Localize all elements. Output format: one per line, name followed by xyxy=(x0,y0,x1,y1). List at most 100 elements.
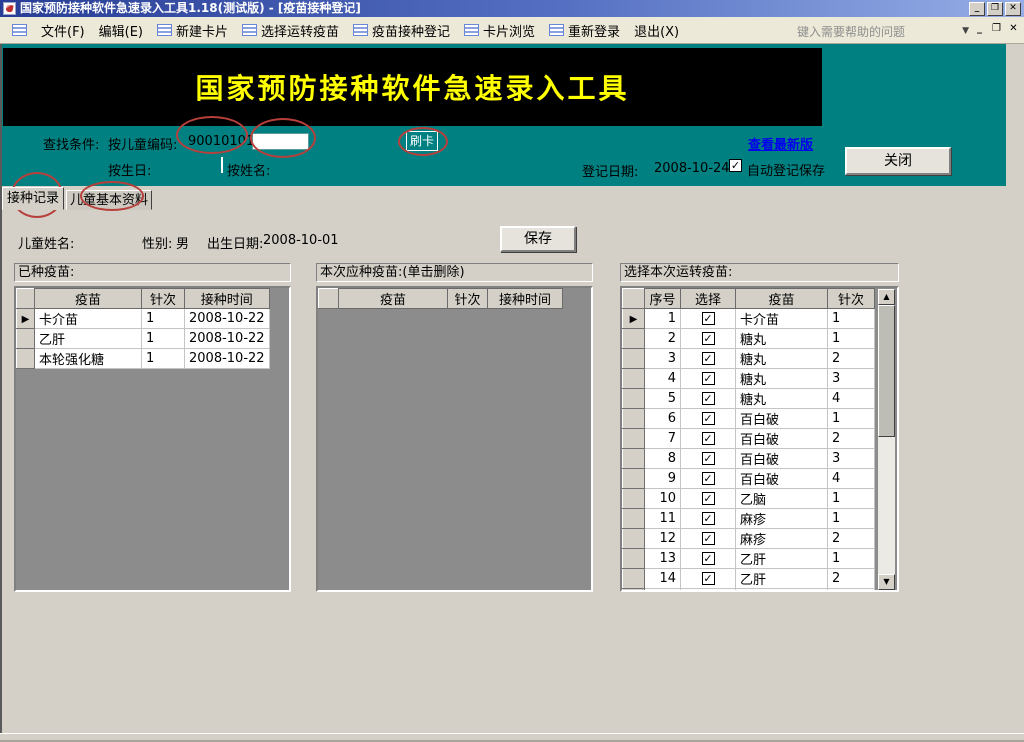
table-cell[interactable]: 1 xyxy=(828,549,875,569)
table-cell[interactable]: 百白破 xyxy=(736,409,828,429)
vaccine-select-checkbox[interactable]: ✓ xyxy=(702,412,715,425)
table-cell[interactable]: ✓ xyxy=(681,349,736,369)
table-cell[interactable]: 百白破 xyxy=(736,469,828,489)
table-row[interactable]: 本轮强化糖12008-10-22 xyxy=(17,349,270,369)
table-cell[interactable]: ✓ xyxy=(681,569,736,589)
row-selector[interactable] xyxy=(623,369,645,389)
table-cell[interactable]: 12 xyxy=(645,529,681,549)
vaccine-select-checkbox[interactable]: ✓ xyxy=(702,392,715,405)
tab-vaccination-record[interactable]: 接种记录 xyxy=(2,187,64,210)
close-icon[interactable]: ✕ xyxy=(1005,2,1021,16)
vaccine-select-checkbox[interactable]: ✓ xyxy=(702,512,715,525)
row-selector[interactable] xyxy=(623,589,645,593)
vaccine-select-checkbox[interactable]: ✓ xyxy=(702,552,715,565)
table-cell[interactable]: ✓ xyxy=(681,509,736,529)
table-cell[interactable]: 1 xyxy=(828,489,875,509)
table-cell[interactable]: 1 xyxy=(828,329,875,349)
table-row[interactable]: 10✓乙脑1 xyxy=(623,489,875,509)
table-cell[interactable]: 卡介苗 xyxy=(35,309,142,329)
table-cell[interactable]: 糖丸 xyxy=(736,369,828,389)
table-cell[interactable]: ✓ xyxy=(681,469,736,489)
vaccine-select-checkbox[interactable]: ✓ xyxy=(702,352,715,365)
table-cell[interactable]: 乙肝 xyxy=(736,549,828,569)
menu-exit[interactable]: 退出(X) xyxy=(627,18,686,43)
row-selector[interactable] xyxy=(623,349,645,369)
row-selector[interactable]: ▶ xyxy=(623,309,645,329)
transfer-vaccines-grid[interactable]: 序号选择疫苗针次▶1✓卡介苗12✓糖丸13✓糖丸24✓糖丸35✓糖丸46✓百白破… xyxy=(620,286,899,592)
auto-save-checkbox[interactable]: ✓ xyxy=(729,159,742,172)
table-cell[interactable]: ✓ xyxy=(681,449,736,469)
row-selector[interactable] xyxy=(623,429,645,449)
table-cell[interactable]: 2 xyxy=(828,569,875,589)
row-selector[interactable] xyxy=(623,509,645,529)
table-row[interactable]: 12 ✓ 麻疹2 xyxy=(623,529,875,549)
table-cell[interactable]: 3 xyxy=(828,369,875,389)
row-selector[interactable] xyxy=(17,329,35,349)
table-row[interactable]: 2✓糖丸1 xyxy=(623,329,875,349)
table-cell[interactable]: 4 xyxy=(828,389,875,409)
table-row[interactable]: 13 ✓ 乙肝1 xyxy=(623,549,875,569)
table-row[interactable]: ▶卡介苗12008-10-22 xyxy=(17,309,270,329)
table-cell[interactable]: 百白破 xyxy=(736,429,828,449)
table-cell[interactable]: 7 xyxy=(645,429,681,449)
table-cell[interactable]: 8 xyxy=(645,449,681,469)
vaccine-select-checkbox[interactable]: ✓ xyxy=(702,312,715,325)
table-cell[interactable]: ✓ xyxy=(681,489,736,509)
table-row[interactable]: 9✓百白破4 xyxy=(623,469,875,489)
table-cell[interactable]: ✓ xyxy=(681,589,736,593)
vaccine-select-checkbox[interactable]: ✓ xyxy=(702,572,715,585)
table-cell[interactable]: 1 xyxy=(142,329,185,349)
vaccine-select-checkbox[interactable]: ✓ xyxy=(702,332,715,345)
row-selector[interactable] xyxy=(623,389,645,409)
table-cell[interactable]: 2008-10-22 xyxy=(185,329,270,349)
table-row[interactable]: ▶1✓卡介苗1 xyxy=(623,309,875,329)
table-cell[interactable]: 百白破 xyxy=(736,449,828,469)
table-cell[interactable]: ✓ xyxy=(681,549,736,569)
vaccine-select-checkbox[interactable]: ✓ xyxy=(702,472,715,485)
row-selector[interactable] xyxy=(623,449,645,469)
table-cell[interactable]: 11 xyxy=(645,509,681,529)
table-cell[interactable]: 2 xyxy=(828,529,875,549)
table-cell[interactable]: ✓ xyxy=(681,409,736,429)
table-row[interactable]: 5 ✓ 糖丸4 xyxy=(623,389,875,409)
table-cell[interactable]: 本轮强化糖 xyxy=(35,349,142,369)
table-cell[interactable]: 15 xyxy=(645,589,681,593)
menu-select-transfer-vaccine[interactable]: 选择运转疫苗 xyxy=(235,18,346,43)
table-cell[interactable]: 乙脑 xyxy=(736,489,828,509)
table-cell[interactable]: 麻疹 xyxy=(736,509,828,529)
row-selector[interactable] xyxy=(17,349,35,369)
table-cell[interactable]: 2008-10-22 xyxy=(185,309,270,329)
vaccine-select-checkbox[interactable]: ✓ xyxy=(702,532,715,545)
table-cell[interactable]: 糖丸 xyxy=(736,329,828,349)
table-cell[interactable]: 乙肝 xyxy=(736,589,828,593)
table-row[interactable]: 6✓百白破1 xyxy=(623,409,875,429)
menu-file[interactable]: 文件(F) xyxy=(34,18,92,43)
help-question-input[interactable]: 键入需要帮助的问题 ▼ xyxy=(794,22,972,40)
mdi-minimize-icon[interactable]: _ xyxy=(973,23,986,36)
mdi-child-icon[interactable] xyxy=(5,21,34,39)
table-cell[interactable]: 糖丸 xyxy=(736,349,828,369)
given-vaccines-grid[interactable]: 疫苗针次接种时间▶卡介苗12008-10-22乙肝12008-10-22本轮强化… xyxy=(14,286,291,592)
table-cell[interactable]: 1 xyxy=(828,309,875,329)
table-cell[interactable]: ✓ xyxy=(681,429,736,449)
mdi-restore-icon[interactable]: ❐ xyxy=(990,23,1003,36)
table-cell[interactable]: 糖丸 xyxy=(736,389,828,409)
table-cell[interactable]: 乙肝 xyxy=(35,329,142,349)
menu-edit[interactable]: 编辑(E) xyxy=(92,18,150,43)
table-cell[interactable]: 3 xyxy=(645,349,681,369)
row-selector[interactable] xyxy=(623,549,645,569)
table-cell[interactable]: 10 xyxy=(645,489,681,509)
row-selector[interactable] xyxy=(623,569,645,589)
table-row[interactable]: 4✓糖丸3 xyxy=(623,369,875,389)
table-cell[interactable]: 13 xyxy=(645,549,681,569)
table-cell[interactable]: 麻疹 xyxy=(736,529,828,549)
table-cell[interactable]: ✓ xyxy=(681,529,736,549)
table-row[interactable]: 7✓百白破2 xyxy=(623,429,875,449)
table-cell[interactable]: 6 xyxy=(645,409,681,429)
menu-relogin[interactable]: 重新登录 xyxy=(542,18,627,43)
mdi-close-icon[interactable]: ✕ xyxy=(1007,23,1020,36)
vertical-scrollbar[interactable]: ▲ ▼ xyxy=(878,289,895,590)
table-row[interactable]: 11✓麻疹1 xyxy=(623,509,875,529)
table-row[interactable]: 14✓乙肝2 xyxy=(623,569,875,589)
table-cell[interactable]: 5 xyxy=(645,389,681,409)
